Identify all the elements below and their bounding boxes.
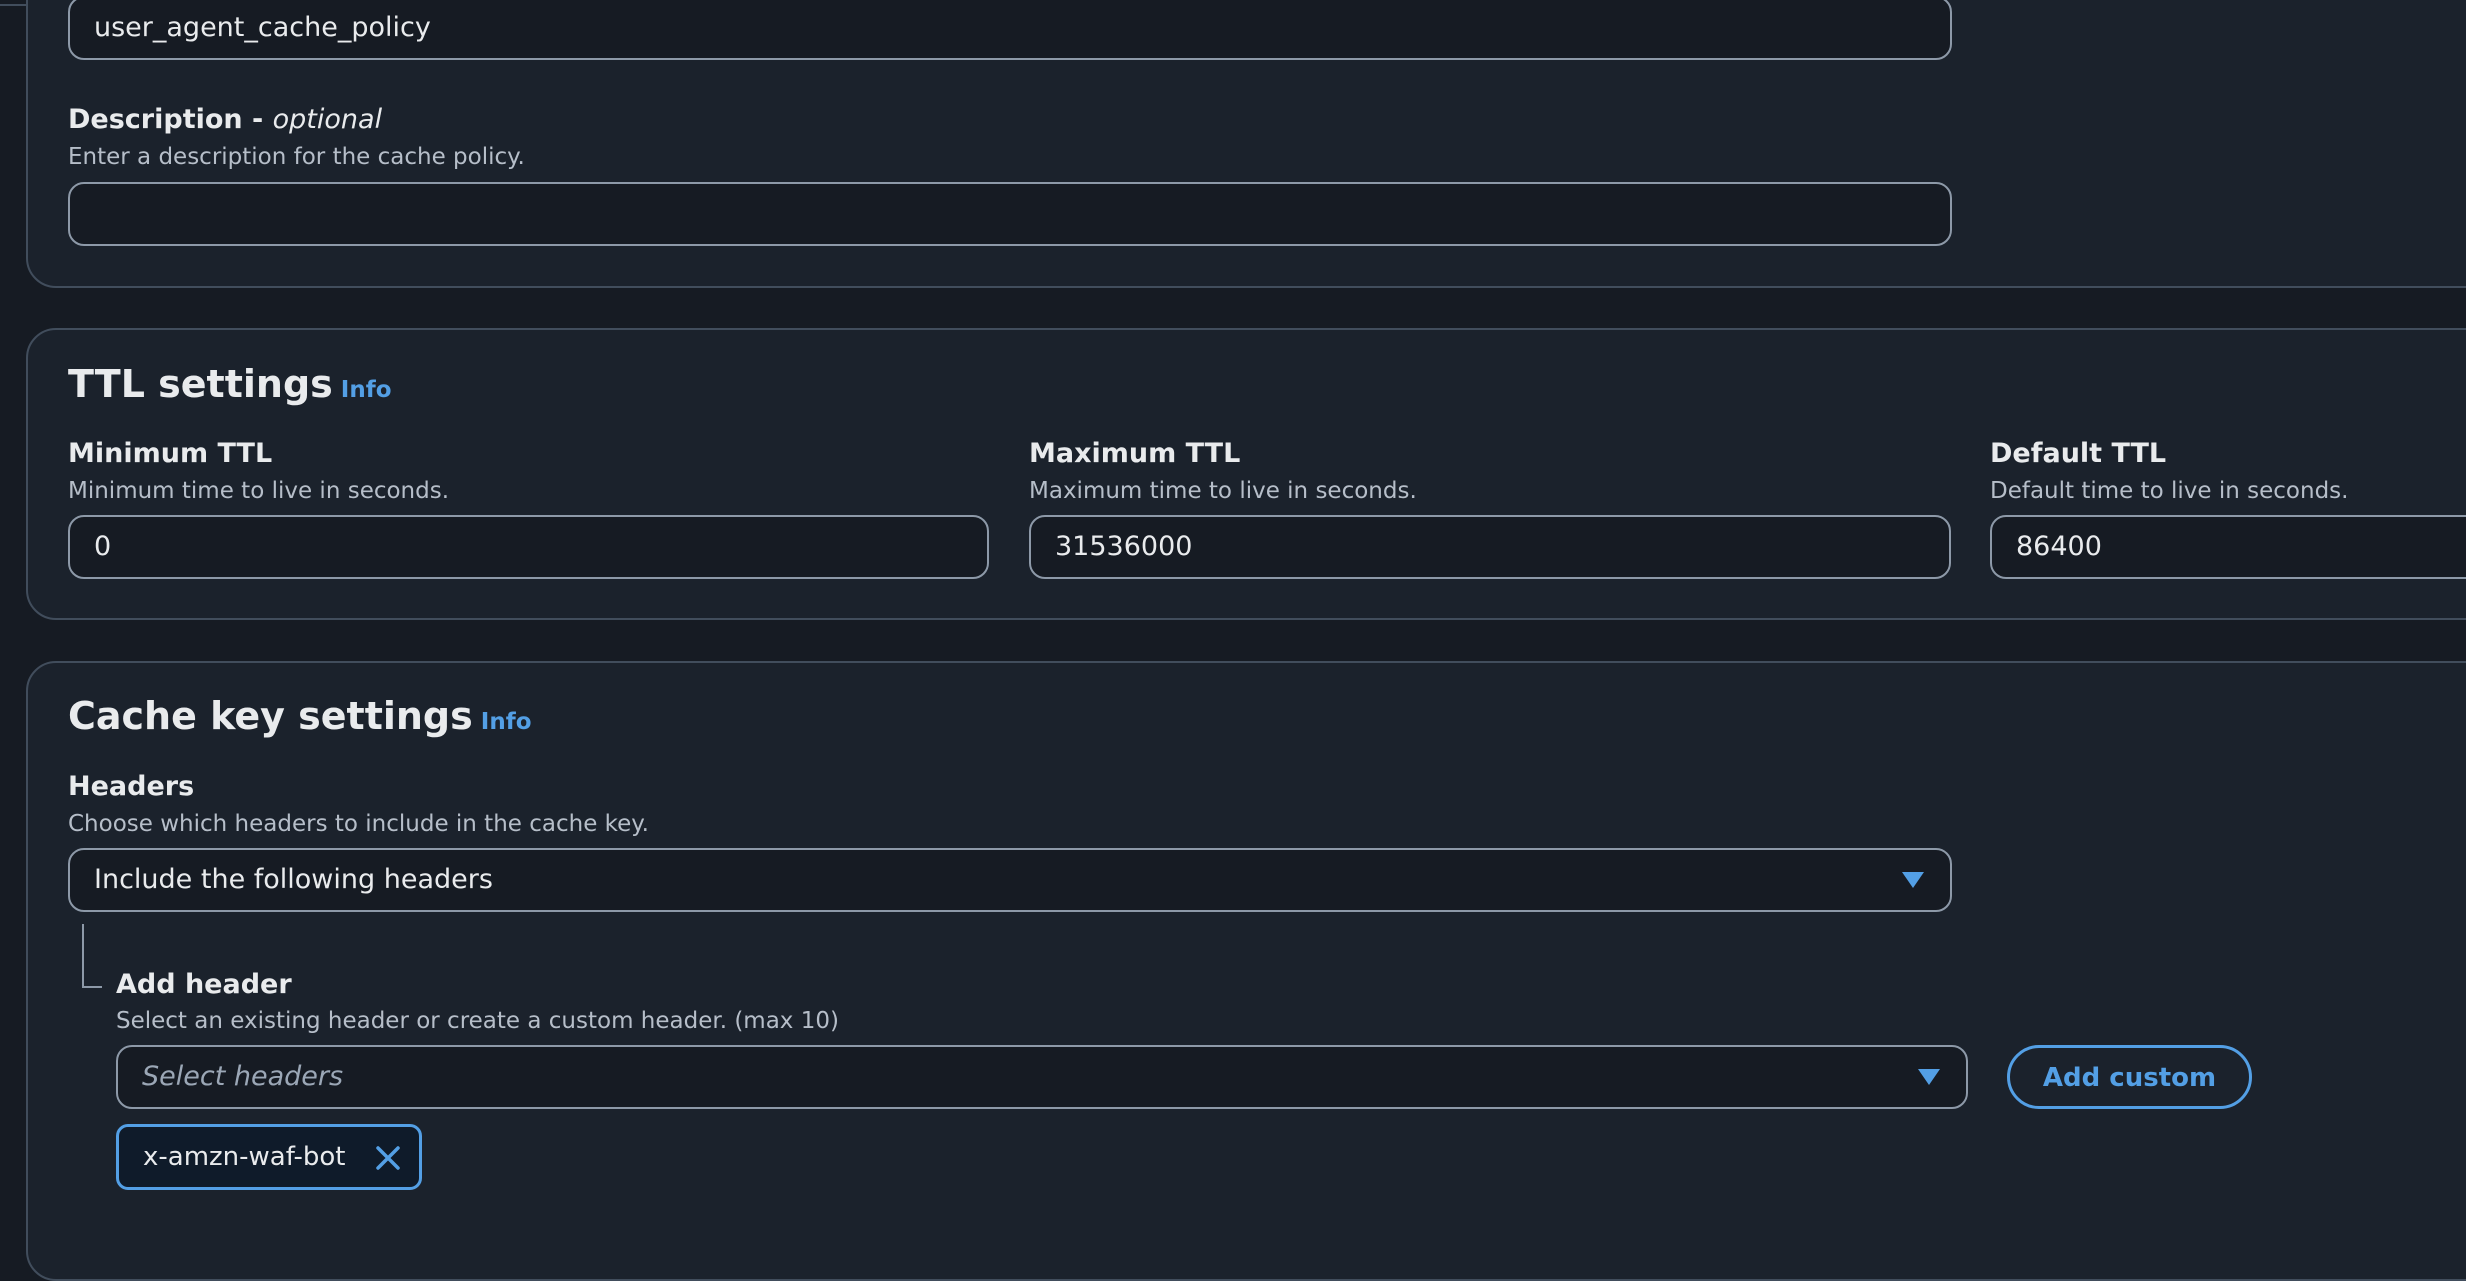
default-ttl-input[interactable]: 86400 (1990, 515, 2466, 579)
default-ttl-label: Default TTL (1990, 438, 2167, 469)
header-token: x-amzn-waf-bot (116, 1124, 422, 1190)
maximum-ttl-input[interactable]: 31536000 (1029, 515, 1951, 579)
headers-select-value: Include the following headers (94, 864, 493, 895)
add-header-label: Add header (116, 969, 292, 1000)
ttl-settings-title-text: TTL settings (68, 362, 333, 406)
description-hint: Enter a description for the cache policy… (68, 144, 525, 170)
close-icon[interactable] (375, 1145, 401, 1171)
add-header-hint: Select an existing header or create a cu… (116, 1008, 839, 1034)
headers-label: Headers (68, 771, 195, 802)
cache-key-settings-title-text: Cache key settings (68, 694, 473, 738)
select-headers-dropdown[interactable]: Select headers (116, 1045, 1968, 1109)
add-custom-header-button[interactable]: Add custom (2007, 1045, 2252, 1109)
select-headers-placeholder: Select headers (142, 1061, 344, 1092)
caret-down-icon (1902, 872, 1924, 888)
minimum-ttl-input[interactable]: 0 (68, 515, 989, 579)
description-optional-text: optional (272, 104, 383, 135)
ttl-info-link[interactable]: Info (341, 377, 392, 403)
name-input[interactable]: user_agent_cache_policy (68, 0, 1952, 60)
default-ttl-hint: Default time to live in seconds. (1990, 478, 2349, 504)
description-input[interactable] (68, 182, 1952, 246)
ttl-settings-title: TTL settings Info (68, 362, 392, 406)
minimum-ttl-label: Minimum TTL (68, 438, 273, 469)
caret-down-icon (1918, 1069, 1940, 1085)
cache-key-settings-title: Cache key settings Info (68, 694, 532, 738)
cache-key-info-link[interactable]: Info (481, 709, 532, 735)
description-label-text: Description - (68, 104, 273, 135)
nested-indicator (82, 924, 102, 988)
headers-select[interactable]: Include the following headers (68, 848, 1952, 912)
header-token-label: x-amzn-waf-bot (143, 1142, 346, 1172)
maximum-ttl-value: 31536000 (1055, 531, 1193, 562)
default-ttl-value: 86400 (2016, 531, 2102, 562)
maximum-ttl-hint: Maximum time to live in seconds. (1029, 478, 1417, 504)
headers-hint: Choose which headers to include in the c… (68, 811, 649, 837)
description-label: Description - optional (68, 104, 382, 135)
name-input-value: user_agent_cache_policy (94, 12, 431, 43)
maximum-ttl-label: Maximum TTL (1029, 438, 1241, 469)
minimum-ttl-hint: Minimum time to live in seconds. (68, 478, 450, 504)
minimum-ttl-value: 0 (94, 531, 112, 562)
